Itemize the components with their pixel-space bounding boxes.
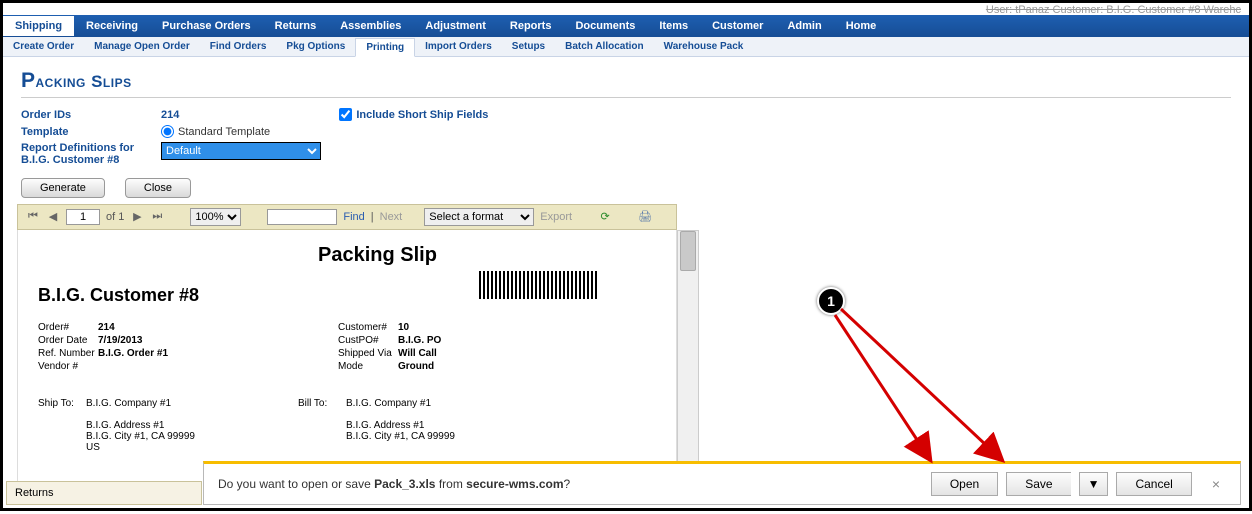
subnav-item-warehouse-pack[interactable]: Warehouse Pack: [654, 38, 754, 55]
annotation-badge-1: 1: [817, 287, 845, 315]
field-value: 7/19/2013: [98, 335, 143, 346]
field-label: Shipped Via: [338, 348, 398, 359]
address-line: B.I.G. City #1, CA 99999: [86, 431, 195, 442]
next-page-icon[interactable]: ▶: [130, 210, 144, 224]
returns-tab[interactable]: Returns: [6, 481, 202, 505]
mainnav-item-shipping[interactable]: Shipping: [3, 16, 74, 36]
export-link[interactable]: Export: [540, 211, 572, 223]
mainnav-item-home[interactable]: Home: [834, 16, 889, 36]
field-label: Mode: [338, 361, 398, 372]
page-number-input[interactable]: [66, 209, 100, 225]
refresh-icon[interactable]: ⟳: [598, 210, 612, 224]
find-input[interactable]: [267, 209, 337, 225]
order-ids-value: 214: [161, 109, 179, 121]
reportdef-label: Report Definitions for B.I.G. Customer #…: [21, 142, 161, 166]
address-line: US: [86, 442, 195, 453]
mainnav-item-items[interactable]: Items: [647, 16, 700, 36]
subnav-item-batch-allocation[interactable]: Batch Allocation: [555, 38, 654, 55]
download-notification-bar: Do you want to open or save Pack_3.xls f…: [203, 461, 1241, 505]
address-line: B.I.G. City #1, CA 99999: [346, 431, 455, 442]
find-link[interactable]: Find: [343, 211, 364, 223]
address-line: [86, 409, 195, 420]
mainnav-item-reports[interactable]: Reports: [498, 16, 564, 36]
address-line: B.I.G. Company #1: [346, 398, 455, 409]
close-icon[interactable]: ×: [1206, 476, 1226, 492]
mainnav-item-receiving[interactable]: Receiving: [74, 16, 150, 36]
include-short-ship-checkbox[interactable]: [339, 108, 352, 121]
field-label: Order#: [38, 322, 98, 333]
field-value: 10: [398, 322, 409, 333]
address-line: B.I.G. Address #1: [346, 420, 455, 431]
first-page-icon[interactable]: ⏮: [26, 210, 40, 224]
toolbar-sep: |: [371, 211, 374, 223]
address-line: B.I.G. Address #1: [86, 420, 195, 431]
subnav-item-manage-open-order[interactable]: Manage Open Order: [84, 38, 200, 55]
field-value: B.I.G. PO: [398, 335, 441, 346]
field-value: 214: [98, 322, 115, 333]
field-value: B.I.G. Order #1: [98, 348, 168, 359]
page-total: of 1: [106, 211, 124, 223]
next-result-link[interactable]: Next: [380, 211, 403, 223]
field-label: Ref. Number: [38, 348, 98, 359]
billto-label: Bill To:: [298, 398, 346, 442]
prev-page-icon[interactable]: ◀: [46, 210, 60, 224]
address-line: B.I.G. Company #1: [86, 398, 195, 409]
field-label: Vendor #: [38, 361, 98, 372]
field-value: Will Call: [398, 348, 437, 359]
mainnav-item-documents[interactable]: Documents: [563, 16, 647, 36]
report-scrollbar[interactable]: [677, 230, 699, 490]
template-standard-radio[interactable]: [161, 125, 174, 138]
subnav-item-pkg-options[interactable]: Pkg Options: [276, 38, 355, 55]
last-page-icon[interactable]: ⏭: [150, 210, 164, 224]
field-label: Customer#: [338, 322, 398, 333]
page-body: Packing Slips Order IDs 214 Include Shor…: [3, 57, 1249, 498]
reportdef-select[interactable]: Default: [161, 142, 321, 160]
report-customer-name: B.I.G. Customer #8: [38, 285, 199, 306]
mainnav-item-assemblies[interactable]: Assemblies: [328, 16, 413, 36]
subnav-item-create-order[interactable]: Create Order: [3, 38, 84, 55]
template-label: Template: [21, 126, 161, 138]
save-button[interactable]: Save: [1006, 472, 1070, 496]
open-button[interactable]: Open: [931, 472, 998, 496]
close-button[interactable]: Close: [125, 178, 191, 198]
subnav-item-import-orders[interactable]: Import Orders: [415, 38, 502, 55]
top-user-info: User: tPanaz Customer: B.I.G. Customer #…: [986, 4, 1241, 16]
download-message: Do you want to open or save Pack_3.xls f…: [218, 477, 923, 491]
field-label: Order Date: [38, 335, 98, 346]
mainnav-item-adjustment[interactable]: Adjustment: [413, 16, 498, 36]
report-preview: Packing Slip B.I.G. Customer #8 Order#21…: [17, 230, 677, 490]
main-nav: ShippingReceivingPurchase OrdersReturnsA…: [3, 15, 1249, 37]
include-short-ship-label: Include Short Ship Fields: [356, 109, 488, 121]
barcode: [479, 271, 599, 299]
cancel-button[interactable]: Cancel: [1116, 472, 1191, 496]
page-title: Packing Slips: [21, 69, 1231, 98]
shipto-label: Ship To:: [38, 398, 86, 453]
report-toolbar: ⏮ ◀ of 1 ▶ ⏭ 100% Find | Next Select a f…: [17, 204, 677, 230]
subnav-item-find-orders[interactable]: Find Orders: [200, 38, 277, 55]
order-ids-label: Order IDs: [21, 109, 161, 121]
mainnav-item-admin[interactable]: Admin: [775, 16, 833, 36]
zoom-select[interactable]: 100%: [190, 208, 241, 226]
mainnav-item-purchase-orders[interactable]: Purchase Orders: [150, 16, 263, 36]
scrollbar-thumb[interactable]: [680, 231, 696, 271]
subnav-item-setups[interactable]: Setups: [502, 38, 555, 55]
mainnav-item-returns[interactable]: Returns: [263, 16, 329, 36]
report-title: Packing Slip: [318, 244, 656, 267]
sub-nav: Create OrderManage Open OrderFind Orders…: [3, 37, 1249, 57]
subnav-item-printing[interactable]: Printing: [355, 38, 415, 57]
address-line: [346, 409, 455, 420]
print-icon[interactable]: 🖨: [638, 210, 652, 224]
save-dropdown-button[interactable]: ▼: [1079, 472, 1109, 496]
export-format-select[interactable]: Select a format: [424, 208, 534, 226]
generate-button[interactable]: Generate: [21, 178, 105, 198]
field-label: CustPO#: [338, 335, 398, 346]
mainnav-item-customer[interactable]: Customer: [700, 16, 775, 36]
template-value: Standard Template: [178, 126, 270, 138]
field-value: Ground: [398, 361, 434, 372]
